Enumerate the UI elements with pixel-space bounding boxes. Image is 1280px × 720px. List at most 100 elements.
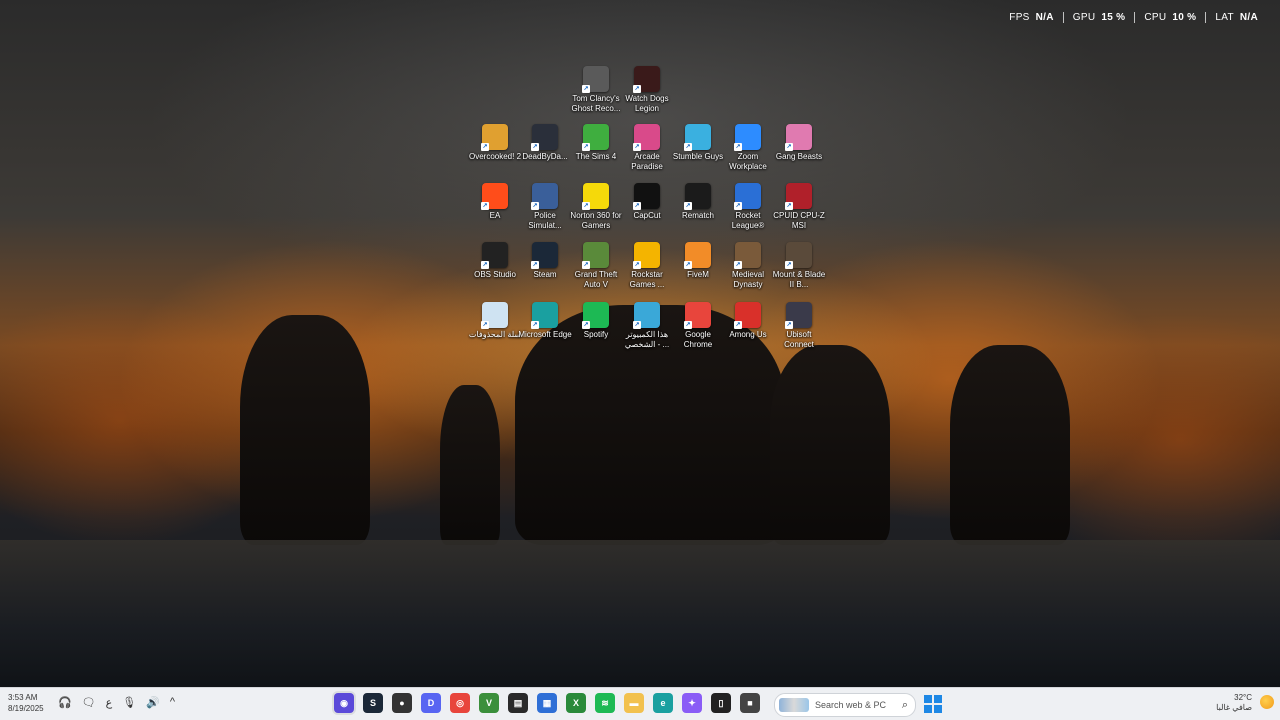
app-red-icon[interactable]: ● (392, 693, 412, 713)
desktop-shortcut-label: Spotify (583, 330, 609, 339)
wallpaper-ship-center-left (440, 385, 500, 545)
shortcut-arrow-icon: ↗ (785, 321, 793, 329)
nvidia-icon[interactable]: V (479, 693, 499, 713)
desktop-shortcut[interactable]: ↗ سلة المحذوفات (468, 302, 522, 340)
tray-icon[interactable]: 🔊 (146, 696, 160, 709)
shortcut-arrow-icon: ↗ (582, 143, 590, 151)
desktop-shortcut[interactable]: ↗ Police Simulat... (520, 183, 570, 231)
desktop-shortcut[interactable]: ↗ CPUID CPU-Z MSI (773, 183, 825, 231)
desktop-shortcut[interactable]: ↗ Steam (520, 242, 570, 280)
desktop-shortcut-label: FiveM (687, 270, 709, 279)
desktop-shortcut[interactable]: ↗ Grand Theft Auto V (571, 242, 621, 290)
overcooked-icon: ↗ (481, 124, 508, 151)
shortcut-arrow-icon: ↗ (785, 202, 793, 210)
desktop-shortcut-label: Gang Beasts (775, 152, 823, 161)
desktop-shortcut[interactable]: ↗ Gang Beasts (774, 124, 824, 162)
desktop-shortcut[interactable]: ↗ هذا الكمبيوتر الشخصي - ... (622, 302, 672, 350)
desktop-shortcut[interactable]: ↗ FiveM (673, 242, 723, 280)
shortcut-arrow-icon: ↗ (684, 321, 692, 329)
desktop-shortcut[interactable]: ↗ DeadByDa... (520, 124, 570, 162)
performance-overlay: FPS N/A GPU 15 % CPU 10 % LAT N/A (1000, 12, 1258, 23)
rocket-league-icon: ↗ (734, 183, 761, 210)
xbox-icon[interactable]: X (566, 693, 586, 713)
shortcut-arrow-icon: ↗ (734, 202, 742, 210)
desktop-shortcut[interactable]: ↗ Microsoft Edge (518, 302, 572, 340)
tray-icon[interactable]: 🎧 (58, 696, 72, 709)
desktop-shortcut[interactable]: ↗ Watch Dogs Legion (622, 66, 672, 114)
desktop-shortcut[interactable]: ↗ Stumble Guys (673, 124, 723, 162)
desktop-shortcut-label: Watch Dogs Legion (625, 94, 669, 113)
desktop-shortcut[interactable]: ↗ Spotify (571, 302, 621, 340)
desktop-shortcut[interactable]: ↗ EA (470, 183, 520, 221)
desktop-shortcut[interactable]: ↗ Arcade Paradise (622, 124, 672, 172)
clock-time: 3:53 AM (8, 693, 38, 702)
desktop-shortcut-label: سلة المحذوفات (468, 330, 522, 339)
shortcut-arrow-icon: ↗ (633, 261, 641, 269)
desktop-shortcut-label: Zoom Workplace (729, 152, 767, 171)
desktop-shortcut[interactable]: ↗ Overcooked! 2 (469, 124, 521, 162)
police-simulator-icon: ↗ (531, 183, 558, 210)
this-pc-icon: ↗ (633, 302, 660, 329)
file-explorer-icon[interactable]: ▬ (624, 693, 644, 713)
weather-widget[interactable]: 32°C صافي غالبا (1216, 693, 1252, 713)
edge-icon: ↗ (531, 302, 558, 329)
spotify-taskbar-icon[interactable]: ≋ (595, 693, 615, 713)
desktop-shortcut[interactable]: ↗ Zoom Workplace (723, 124, 773, 172)
copilot-icon[interactable]: ✦ (682, 693, 702, 713)
desktop-shortcut[interactable]: ↗ Rematch (673, 183, 723, 221)
desktop-shortcut[interactable]: ↗ Mount & Blade II B... (773, 242, 825, 290)
desktop-shortcut[interactable]: ↗ Google Chrome (673, 302, 723, 350)
start-button[interactable] (924, 695, 942, 713)
desktop-shortcut[interactable]: ↗ CapCut (622, 183, 672, 221)
taskbar-app-glyph: ● (399, 698, 405, 708)
wallpaper-ship-left (240, 315, 370, 545)
desktop-shortcut[interactable]: ↗ Ubisoft Connect (774, 302, 824, 350)
recycle-bin-icon: ↗ (481, 302, 508, 329)
shortcut-arrow-icon: ↗ (785, 143, 793, 151)
perf-stat-label: LAT (1215, 12, 1234, 23)
tray-icon[interactable]: 🗨 (82, 696, 96, 709)
notes-icon[interactable]: ▤ (508, 693, 528, 713)
desktop-shortcut-label: Among Us (729, 330, 767, 339)
desktop-shortcut[interactable]: ↗ The Sims 4 (571, 124, 621, 162)
tray-icon[interactable]: ع (106, 696, 113, 709)
windows-logo-pane (934, 695, 942, 703)
taskbar-search-box[interactable]: Search web & PC ⌕ (774, 693, 916, 717)
taskbar-app-glyph: ▤ (513, 697, 523, 708)
desktop-shortcut-label: هذا الكمبيوتر الشخصي - ... (624, 330, 670, 349)
taskbar-app-glyph: e (660, 698, 666, 708)
tray-icon[interactable]: ^ (170, 696, 175, 709)
shortcut-arrow-icon: ↗ (531, 202, 539, 210)
tray-icon[interactable]: 🎙 (122, 696, 136, 709)
desktop-shortcut[interactable]: ↗ Norton 360 for Gamers (570, 183, 622, 231)
perf-stat-label: GPU (1072, 12, 1096, 23)
desktop-shortcut[interactable]: ↗ Rocket League® (723, 183, 773, 231)
discord-overlay-icon[interactable]: ◉ (334, 693, 354, 713)
taskbar-app-glyph: ✦ (688, 697, 696, 708)
obs-icon: ↗ (481, 242, 508, 269)
window-icon[interactable]: ■ (740, 693, 760, 713)
desktop-shortcut[interactable]: ↗ Tom Clancy's Ghost Reco... (571, 66, 621, 114)
steam-taskbar-icon[interactable]: S (363, 693, 383, 713)
desktop-shortcut-label: Arcade Paradise (631, 152, 663, 171)
chrome-icon: ↗ (684, 302, 711, 329)
edge-taskbar-icon[interactable]: e (653, 693, 673, 713)
mount-blade-icon: ↗ (785, 242, 812, 269)
desktop-shortcut-label: Stumble Guys (672, 152, 724, 161)
terminal-icon[interactable]: ▯ (711, 693, 731, 713)
desktop-shortcut[interactable]: ↗ Among Us (723, 302, 773, 340)
discord-icon[interactable]: D (421, 693, 441, 713)
arcade-paradise-icon: ↗ (633, 124, 660, 151)
chrome-taskbar-icon[interactable]: ◎ (450, 693, 470, 713)
desktop-shortcut[interactable]: ↗ Rockstar Games ... (622, 242, 672, 290)
store-icon[interactable]: ▦ (537, 693, 557, 713)
fivem-icon: ↗ (684, 242, 711, 269)
shortcut-arrow-icon: ↗ (481, 202, 489, 210)
perf-stat-value: 15 % (1101, 12, 1126, 23)
taskbar-clock[interactable]: 3:53 AM 8/19/2025 (8, 692, 44, 714)
shortcut-arrow-icon: ↗ (633, 321, 641, 329)
desktop-shortcut[interactable]: ↗ OBS Studio (470, 242, 520, 280)
gang-beasts-icon: ↗ (785, 124, 812, 151)
desktop-shortcut[interactable]: ↗ Medieval Dynasty (723, 242, 773, 290)
spotify-icon: ↗ (582, 302, 609, 329)
